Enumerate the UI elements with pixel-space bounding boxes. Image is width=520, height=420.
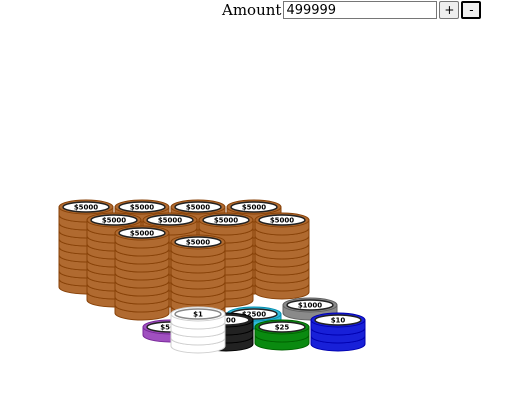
chip-denomination-label: $5000 — [186, 204, 210, 212]
chip-denomination-label: $5000 — [270, 217, 294, 225]
chip-denomination-label: $5000 — [186, 239, 210, 247]
chip-stack-5000-8: $5000 — [114, 225, 170, 321]
chip-denomination-label: $5000 — [158, 217, 182, 225]
chip-stacks-canvas: $5000 $5000 $5000 $5000 $5000 $5000 $5000 $5000… — [58, 199, 366, 354]
chip-denomination-label: $10 — [331, 317, 346, 325]
chip-denomination-label: $1 — [193, 311, 203, 319]
chip-denomination-label: $5000 — [214, 217, 238, 225]
chip-denomination-label: $5000 — [130, 204, 154, 212]
chip-denomination-label: $5000 — [130, 230, 154, 238]
chip-denomination-label: $5000 — [242, 204, 266, 212]
chip-denomination-label: $5000 — [74, 204, 98, 212]
chip-denomination-label: $5000 — [102, 217, 126, 225]
chip-stack-1-16: $1 — [170, 306, 226, 354]
chip-stack-5000-7: $5000 — [254, 212, 310, 300]
chip-denomination-label: $1000 — [298, 302, 322, 310]
chip-stack-25-14: $25 — [254, 319, 310, 351]
chip-stack-10-15: $10 — [310, 312, 366, 352]
chip-denomination-label: $25 — [275, 324, 290, 332]
